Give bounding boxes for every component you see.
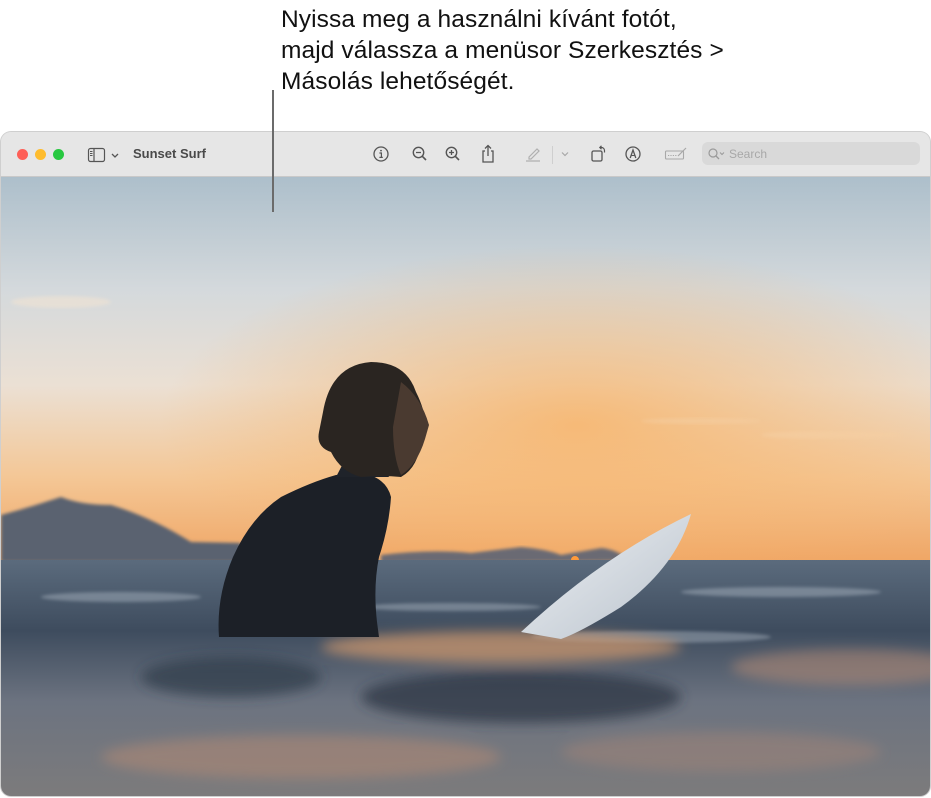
maximize-button[interactable] xyxy=(53,149,64,160)
sign-button[interactable] xyxy=(663,143,689,165)
search-icon xyxy=(708,147,725,159)
zoom-in-icon xyxy=(445,146,460,161)
sidebar-icon xyxy=(87,147,119,163)
zoom-out-button[interactable] xyxy=(408,143,432,165)
zoom-in-button[interactable] xyxy=(441,143,465,165)
chevron-down-icon xyxy=(561,152,569,157)
minimize-button[interactable] xyxy=(35,149,46,160)
search-input[interactable] xyxy=(727,146,909,161)
info-button[interactable] xyxy=(369,143,393,165)
preview-window: Sunset Surf xyxy=(1,132,930,796)
highlight-pen-icon xyxy=(526,148,540,162)
markup-icon xyxy=(625,146,641,162)
sidebar-toggle-button[interactable] xyxy=(87,146,123,164)
instruction-callout: Nyissa meg a használni kívánt fotót, maj… xyxy=(281,4,841,97)
sunset-surf-photo xyxy=(1,177,930,796)
markup-button[interactable] xyxy=(621,143,645,165)
window-title: Sunset Surf xyxy=(133,146,206,161)
callout-line: Másolás lehetőségét. xyxy=(281,68,515,95)
search-field[interactable] xyxy=(702,142,920,165)
share-icon xyxy=(482,144,494,163)
zoom-out-icon xyxy=(412,146,427,161)
callout-line: majd válassza a menüsor Szerkesztés > xyxy=(281,37,724,64)
close-button[interactable] xyxy=(17,149,28,160)
share-button[interactable] xyxy=(476,143,500,165)
rotate-button[interactable] xyxy=(586,143,610,165)
signature-icon xyxy=(664,147,687,160)
callout-leader-line xyxy=(272,90,274,212)
highlight-button[interactable] xyxy=(521,143,545,165)
highlight-options-button[interactable] xyxy=(553,143,577,165)
callout-line: Nyissa meg a használni kívánt fotót, xyxy=(281,6,677,33)
info-icon xyxy=(373,146,389,162)
title-bar: Sunset Surf xyxy=(1,132,930,177)
rotate-icon xyxy=(591,145,606,162)
